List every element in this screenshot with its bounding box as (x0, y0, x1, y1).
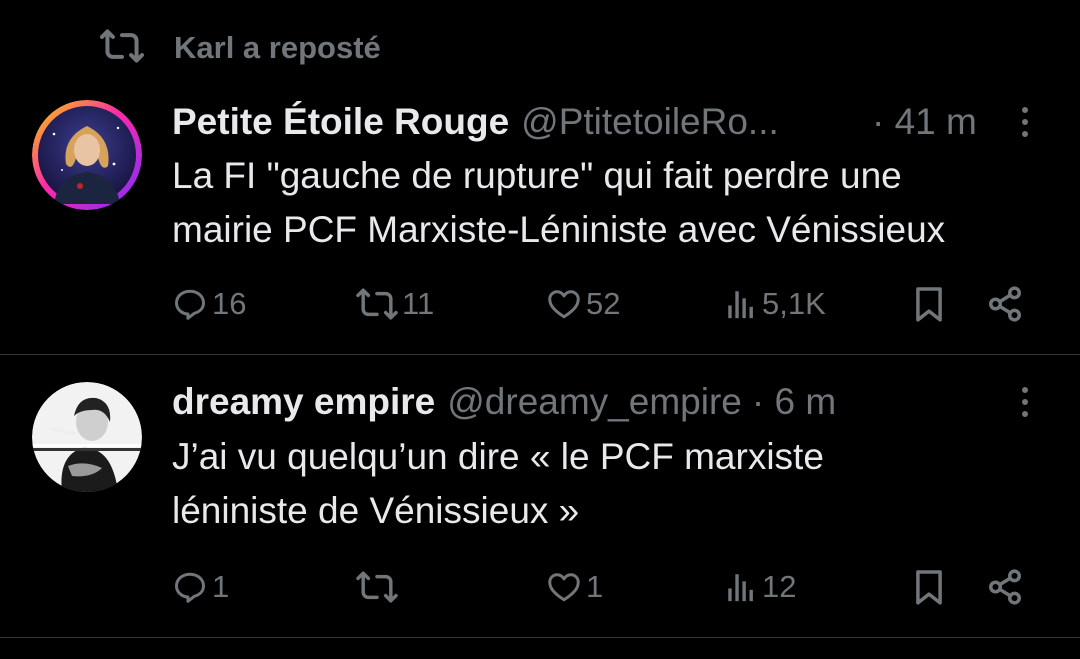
reply-count: 16 (212, 286, 247, 321)
tweet[interactable]: dreamy empire @dreamy_empire · 6 m J’ai … (0, 355, 1080, 637)
display-name[interactable]: Petite Étoile Rouge (172, 100, 509, 144)
views-button[interactable]: 12 (724, 565, 796, 609)
like-count: 1 (586, 569, 604, 604)
repost-button[interactable]: 11 (356, 282, 434, 326)
handle[interactable]: @dreamy_empire (447, 380, 742, 424)
timestamp[interactable]: · 6 m (752, 380, 836, 424)
display-name[interactable]: dreamy empire (172, 380, 435, 424)
share-button[interactable] (986, 565, 1024, 609)
tweet-header: Petite Étoile Rouge @PtitetoileRo... (172, 100, 779, 144)
like-button[interactable]: 52 (546, 282, 620, 326)
divider (0, 637, 1080, 638)
reply-count: 1 (212, 569, 230, 604)
handle[interactable]: @PtitetoileRo... (521, 100, 779, 144)
views-button[interactable]: 5,1K (724, 282, 826, 326)
like-count: 52 (586, 286, 621, 321)
avatar[interactable] (32, 100, 142, 210)
tweet-text: La FI "gauche de rupture" qui fait perdr… (172, 155, 946, 250)
views-count: 12 (762, 569, 797, 604)
like-icon (546, 569, 582, 605)
more-icon[interactable] (1015, 380, 1035, 424)
repost-icon (356, 568, 398, 606)
bookmark-icon (910, 284, 948, 324)
timestamp[interactable]: · 41 m (872, 100, 977, 144)
more-icon[interactable] (1015, 100, 1035, 144)
share-icon (986, 567, 1024, 607)
views-icon (724, 569, 758, 605)
share-icon (986, 284, 1024, 324)
repost-button[interactable] (356, 565, 402, 609)
bookmark-icon (910, 567, 948, 607)
avatar[interactable] (32, 382, 142, 492)
tweet-text: J’ai vu quelqu’un dire « le PCF marxiste… (172, 436, 824, 531)
tweet[interactable]: Petite Étoile Rouge @PtitetoileRo... · 4… (0, 0, 1080, 354)
bookmark-button[interactable] (910, 565, 948, 609)
reply-icon (172, 286, 208, 322)
repost-count: 11 (402, 286, 435, 321)
like-button[interactable]: 1 (546, 565, 603, 609)
tweet-header: dreamy empire @dreamy_empire · 6 m (172, 380, 836, 424)
bookmark-button[interactable] (910, 282, 948, 326)
like-icon (546, 286, 582, 322)
reply-icon (172, 569, 208, 605)
views-count: 5,1K (762, 286, 826, 321)
share-button[interactable] (986, 282, 1024, 326)
reply-button[interactable]: 1 (172, 565, 229, 609)
views-icon (724, 286, 758, 322)
reply-button[interactable]: 16 (172, 282, 246, 326)
repost-icon (356, 285, 398, 323)
